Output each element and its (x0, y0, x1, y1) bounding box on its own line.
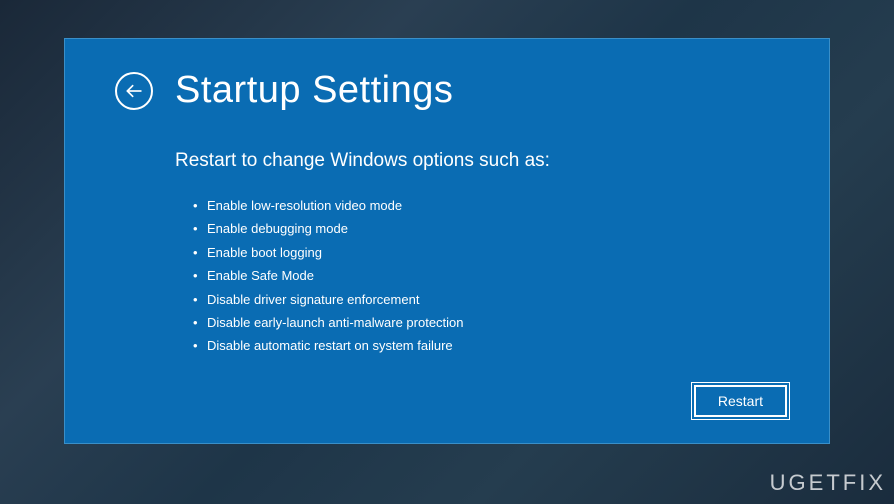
option-item: Disable early-launch anti-malware protec… (193, 311, 779, 334)
header-row: Startup Settings (115, 69, 779, 112)
option-item: Enable debugging mode (193, 217, 779, 240)
page-title: Startup Settings (175, 69, 453, 112)
option-item: Enable boot logging (193, 241, 779, 264)
subtitle: Restart to change Windows options such a… (175, 150, 779, 172)
restart-button[interactable]: Restart (694, 385, 787, 417)
startup-settings-panel: Startup Settings Restart to change Windo… (64, 38, 830, 444)
option-item: Disable driver signature enforcement (193, 288, 779, 311)
option-item: Enable low-resolution video mode (193, 194, 779, 217)
watermark: UGETFIX (770, 470, 886, 496)
arrow-left-icon (124, 81, 144, 101)
option-item: Disable automatic restart on system fail… (193, 334, 779, 357)
option-item: Enable Safe Mode (193, 264, 779, 287)
back-button[interactable] (115, 72, 153, 110)
content-area: Restart to change Windows options such a… (115, 150, 779, 358)
options-list: Enable low-resolution video mode Enable … (175, 194, 779, 358)
